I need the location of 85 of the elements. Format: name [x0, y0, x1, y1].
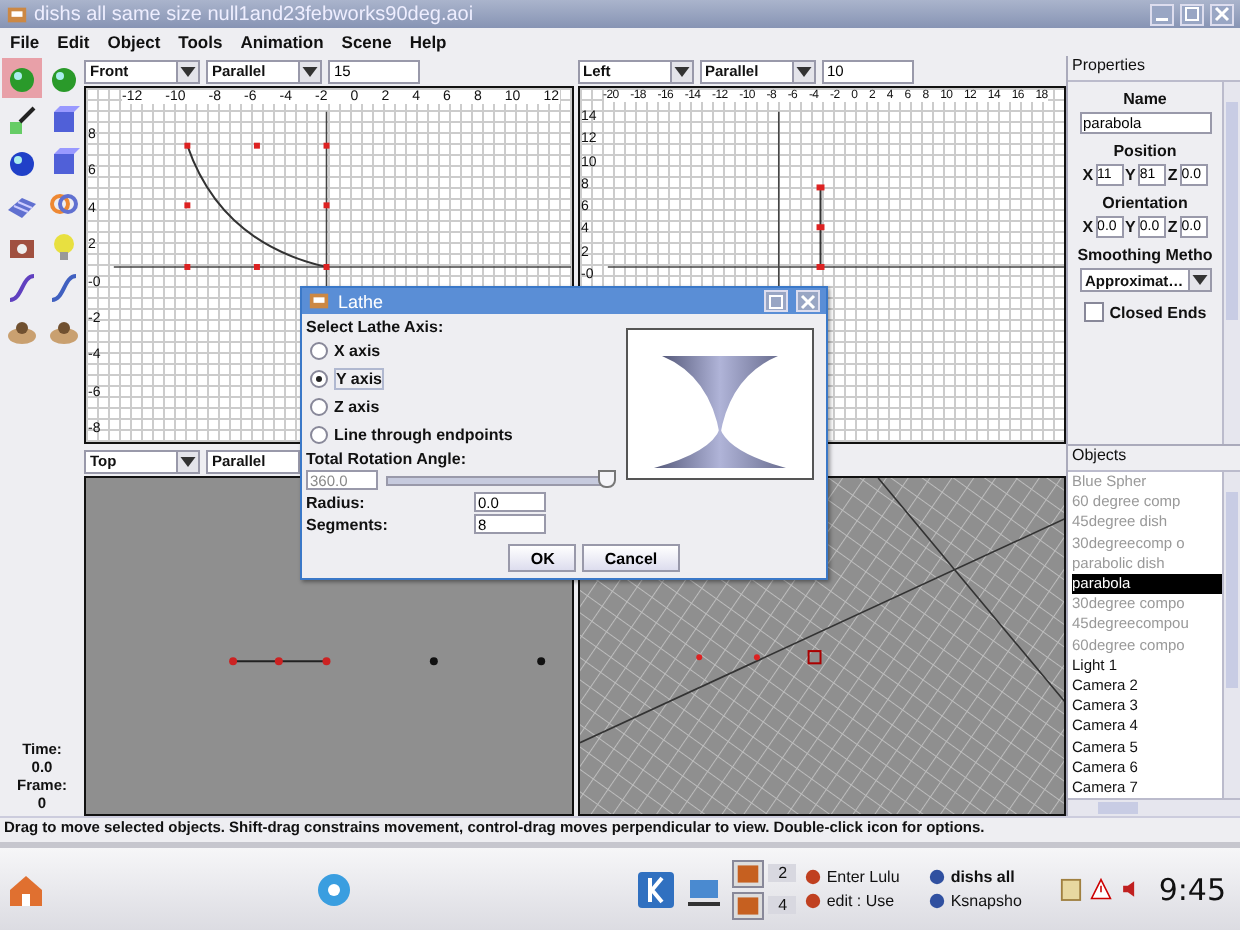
- point-icon: [429, 657, 438, 666]
- radio-button[interactable]: [310, 370, 328, 388]
- curve-drawing: [815, 184, 824, 270]
- taskbar-item[interactable]: Ksnapsho: [928, 892, 1053, 910]
- panel-header: Objects: [1068, 446, 1240, 472]
- smoothing-label: Smoothing Metho: [1077, 246, 1213, 264]
- point-icon: [695, 654, 702, 661]
- app-icon: [308, 290, 330, 312]
- position-label: Position: [1113, 142, 1177, 160]
- maximize-button[interactable]: [1180, 3, 1204, 25]
- close-button[interactable]: [1210, 3, 1234, 25]
- minimize-button[interactable]: [1150, 3, 1174, 25]
- caret-icon: [669, 61, 691, 81]
- point-icon: [752, 654, 759, 661]
- axis-label: X: [1082, 166, 1094, 184]
- close-icon: [800, 293, 816, 309]
- closed-ends-label: Closed Ends: [1109, 303, 1207, 321]
- axis-label: Z: [1167, 218, 1178, 236]
- sphere-icon: [6, 146, 38, 178]
- slider-thumb[interactable]: [598, 469, 616, 487]
- dialog-button[interactable]: OK: [508, 544, 577, 572]
- close-icon: [1214, 6, 1230, 22]
- axis-label: Z: [1167, 166, 1178, 184]
- menu-item[interactable]: File: [10, 32, 40, 52]
- cube-icon: [48, 104, 80, 136]
- axis-label: Y: [1125, 218, 1136, 236]
- menu-item[interactable]: Animation: [240, 32, 324, 52]
- radio-button[interactable]: [310, 398, 328, 416]
- desktop-button[interactable]: 4: [768, 896, 797, 914]
- curve-drawing: [229, 657, 331, 666]
- axis-heading: Select Lathe Axis:: [306, 318, 446, 336]
- window-thumbnail-icon: [732, 891, 765, 919]
- maximize-icon: [768, 293, 784, 309]
- dialog-title: Lathe: [338, 291, 384, 311]
- rings-icon: [48, 188, 80, 220]
- menu-item[interactable]: Help: [409, 32, 447, 52]
- taskbar-item[interactable]: Enter Lulu: [804, 868, 929, 886]
- window-thumbnail-icon: [732, 859, 765, 887]
- window-title: dishs all same size null1and23febworks90deg.aoi: [34, 3, 474, 25]
- menu-item[interactable]: Edit: [57, 32, 90, 52]
- caret-icon: [298, 61, 320, 81]
- scrollbar[interactable]: [1222, 472, 1240, 798]
- angle-slider[interactable]: [386, 475, 610, 485]
- radio-button[interactable]: [310, 342, 328, 360]
- panel-header: Properties: [1068, 56, 1240, 82]
- taskbar-item[interactable]: dishs all: [928, 868, 1053, 886]
- app-icon: [6, 3, 28, 25]
- scrollbar[interactable]: [1068, 798, 1240, 816]
- menu-item[interactable]: Object: [107, 32, 161, 52]
- caret-icon: [1187, 270, 1209, 290]
- curve-icon: [48, 272, 80, 304]
- maximize-button[interactable]: [764, 290, 788, 312]
- curve-icon: [6, 272, 38, 304]
- checkbox[interactable]: [1083, 302, 1104, 322]
- menu-item[interactable]: Scene: [341, 32, 392, 52]
- maximize-icon: [1184, 6, 1200, 22]
- scrollbar[interactable]: [1222, 82, 1240, 444]
- clock: 9:45: [1158, 871, 1226, 907]
- radio-label: Z axis: [334, 398, 380, 416]
- radius-label: Radius:: [306, 493, 367, 511]
- menu-item[interactable]: Tools: [178, 32, 223, 52]
- axis-label: X: [1082, 218, 1094, 236]
- radio-label: X axis: [334, 342, 381, 360]
- segments-label: Segments:: [306, 515, 390, 533]
- caret-icon: [791, 61, 813, 81]
- k-menu-icon[interactable]: [636, 869, 677, 909]
- radio-label: Line through endpoints: [334, 426, 513, 444]
- pencil-icon: [6, 104, 38, 136]
- radio-button[interactable]: [310, 426, 328, 444]
- caret-icon: [176, 61, 198, 81]
- bulb-icon: [48, 230, 80, 262]
- name-label: Name: [1123, 90, 1167, 108]
- desktop-button[interactable]: 2: [768, 864, 797, 882]
- clipboard-icon[interactable]: [1060, 876, 1083, 902]
- orientation-label: Orientation: [1102, 194, 1188, 212]
- dialog-button[interactable]: Cancel: [582, 544, 680, 572]
- selection-marker-icon: [806, 650, 821, 665]
- warning-icon[interactable]: [1090, 876, 1113, 902]
- caret-icon: [176, 451, 198, 471]
- close-button[interactable]: [796, 290, 820, 312]
- radio-label: Y axis: [334, 368, 384, 390]
- axis-label: Y: [1125, 166, 1136, 184]
- point-icon: [537, 657, 546, 666]
- gear-icon[interactable]: [314, 869, 354, 909]
- taskbar-item[interactable]: edit : Use: [804, 892, 929, 910]
